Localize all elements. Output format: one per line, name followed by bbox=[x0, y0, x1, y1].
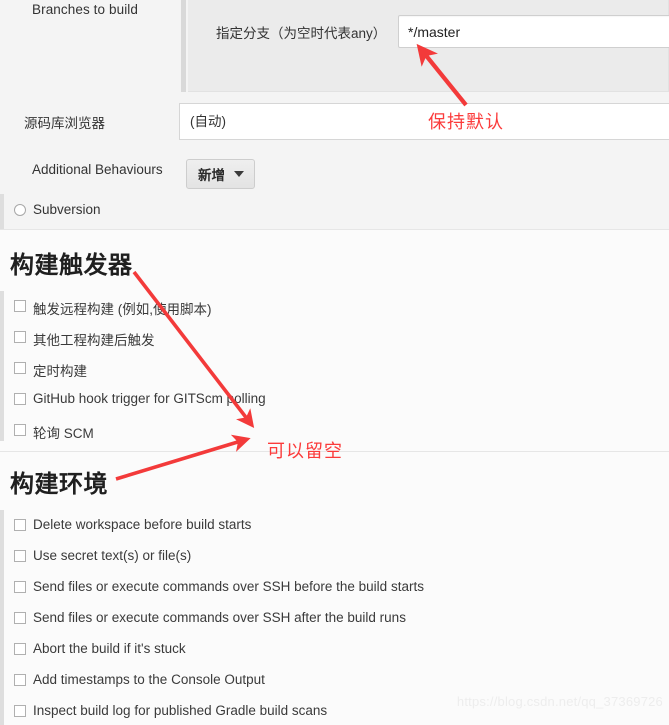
jenkins-job-config-page: Branches to build 指定分支（为空时代表any） 源码库浏览器 … bbox=[0, 0, 669, 725]
branches-to-build-row: Branches to build 指定分支（为空时代表any） bbox=[0, 0, 669, 95]
checkbox-add-timestamps-label: Add timestamps to the Console Output bbox=[33, 672, 265, 687]
add-behaviour-button[interactable]: 新增 bbox=[186, 159, 255, 189]
trigger-row-3[interactable]: GitHub hook trigger for GITScm polling bbox=[0, 387, 669, 414]
checkbox-trigger-after-other-projects[interactable] bbox=[14, 331, 26, 343]
env-row-3[interactable]: Send files or execute commands over SSH … bbox=[0, 606, 669, 633]
annotation-can-leave-empty: 可以留空 bbox=[267, 441, 343, 462]
left-edge-bar bbox=[0, 194, 4, 229]
additional-behaviours-row: Additional Behaviours bbox=[0, 150, 669, 340]
env-row-4[interactable]: Abort the build if it's stuck bbox=[0, 637, 669, 664]
checkbox-ssh-after-build-label: Send files or execute commands over SSH … bbox=[33, 610, 406, 625]
row-divider-bar bbox=[181, 0, 186, 92]
env-row-2[interactable]: Send files or execute commands over SSH … bbox=[0, 575, 669, 602]
branch-specifier-input[interactable] bbox=[398, 15, 669, 48]
add-behaviour-label: 新增 bbox=[198, 168, 225, 183]
radio-scm-subversion-label: Subversion bbox=[33, 202, 101, 217]
trigger-row-0[interactable]: 触发远程构建 (例如,使用脚本) bbox=[0, 294, 669, 321]
repository-browser-label: 源码库浏览器 bbox=[24, 116, 105, 131]
checkbox-trigger-remote-label: 触发远程构建 (例如,使用脚本) bbox=[33, 302, 212, 317]
checkbox-abort-if-stuck-label: Abort the build if it's stuck bbox=[33, 641, 186, 656]
checkbox-abort-if-stuck[interactable] bbox=[14, 643, 26, 655]
trigger-row-1[interactable]: 其他工程构建后触发 bbox=[0, 325, 669, 352]
checkbox-trigger-poll-scm-label: 轮询 SCM bbox=[33, 426, 94, 441]
checkbox-inspect-gradle-scans[interactable] bbox=[14, 705, 26, 717]
checkbox-trigger-github-hook[interactable] bbox=[14, 393, 26, 405]
checkbox-trigger-build-periodically-label: 定时构建 bbox=[33, 364, 87, 379]
branches-to-build-label: Branches to build bbox=[32, 2, 139, 17]
checkbox-ssh-before-build[interactable] bbox=[14, 581, 26, 593]
repository-browser-row: 源码库浏览器 (自动) bbox=[0, 95, 669, 150]
section-rule-top-triggers bbox=[0, 229, 669, 230]
checkbox-delete-workspace-label: Delete workspace before build starts bbox=[33, 517, 252, 532]
checkbox-delete-workspace[interactable] bbox=[14, 519, 26, 531]
checkbox-trigger-poll-scm[interactable] bbox=[14, 424, 26, 436]
checkbox-trigger-after-other-projects-label: 其他工程构建后触发 bbox=[33, 333, 155, 348]
checkbox-add-timestamps[interactable] bbox=[14, 674, 26, 686]
checkbox-ssh-after-build[interactable] bbox=[14, 612, 26, 624]
checkbox-trigger-github-hook-label: GitHub hook trigger for GITScm polling bbox=[33, 391, 266, 406]
checkbox-use-secret-text[interactable] bbox=[14, 550, 26, 562]
radio-scm-subversion[interactable] bbox=[14, 204, 26, 216]
branch-specifier-label: 指定分支（为空时代表any） bbox=[216, 26, 387, 41]
checkbox-ssh-before-build-label: Send files or execute commands over SSH … bbox=[33, 579, 424, 594]
build-environment-title: 构建环境 bbox=[10, 471, 108, 498]
build-triggers-title: 构建触发器 bbox=[10, 252, 133, 279]
checkbox-trigger-remote[interactable] bbox=[14, 300, 26, 312]
checkbox-use-secret-text-label: Use secret text(s) or file(s) bbox=[33, 548, 192, 563]
chevron-down-icon bbox=[234, 171, 244, 177]
checkbox-inspect-gradle-scans-label: Inspect build log for published Gradle b… bbox=[33, 703, 328, 718]
env-row-0[interactable]: Delete workspace before build starts bbox=[0, 513, 669, 540]
checkbox-trigger-build-periodically[interactable] bbox=[14, 362, 26, 374]
scm-git-section: Branches to build 指定分支（为空时代表any） 源码库浏览器 … bbox=[0, 0, 669, 340]
env-row-1[interactable]: Use secret text(s) or file(s) bbox=[0, 544, 669, 571]
blog-watermark: https://blog.csdn.net/qq_37369726 bbox=[456, 694, 663, 709]
trigger-row-2[interactable]: 定时构建 bbox=[0, 356, 669, 383]
annotation-keep-default: 保持默认 bbox=[428, 112, 504, 133]
additional-behaviours-label: Additional Behaviours bbox=[32, 162, 163, 177]
repository-browser-select[interactable]: (自动) bbox=[179, 103, 669, 140]
env-row-5[interactable]: Add timestamps to the Console Output bbox=[0, 668, 669, 695]
